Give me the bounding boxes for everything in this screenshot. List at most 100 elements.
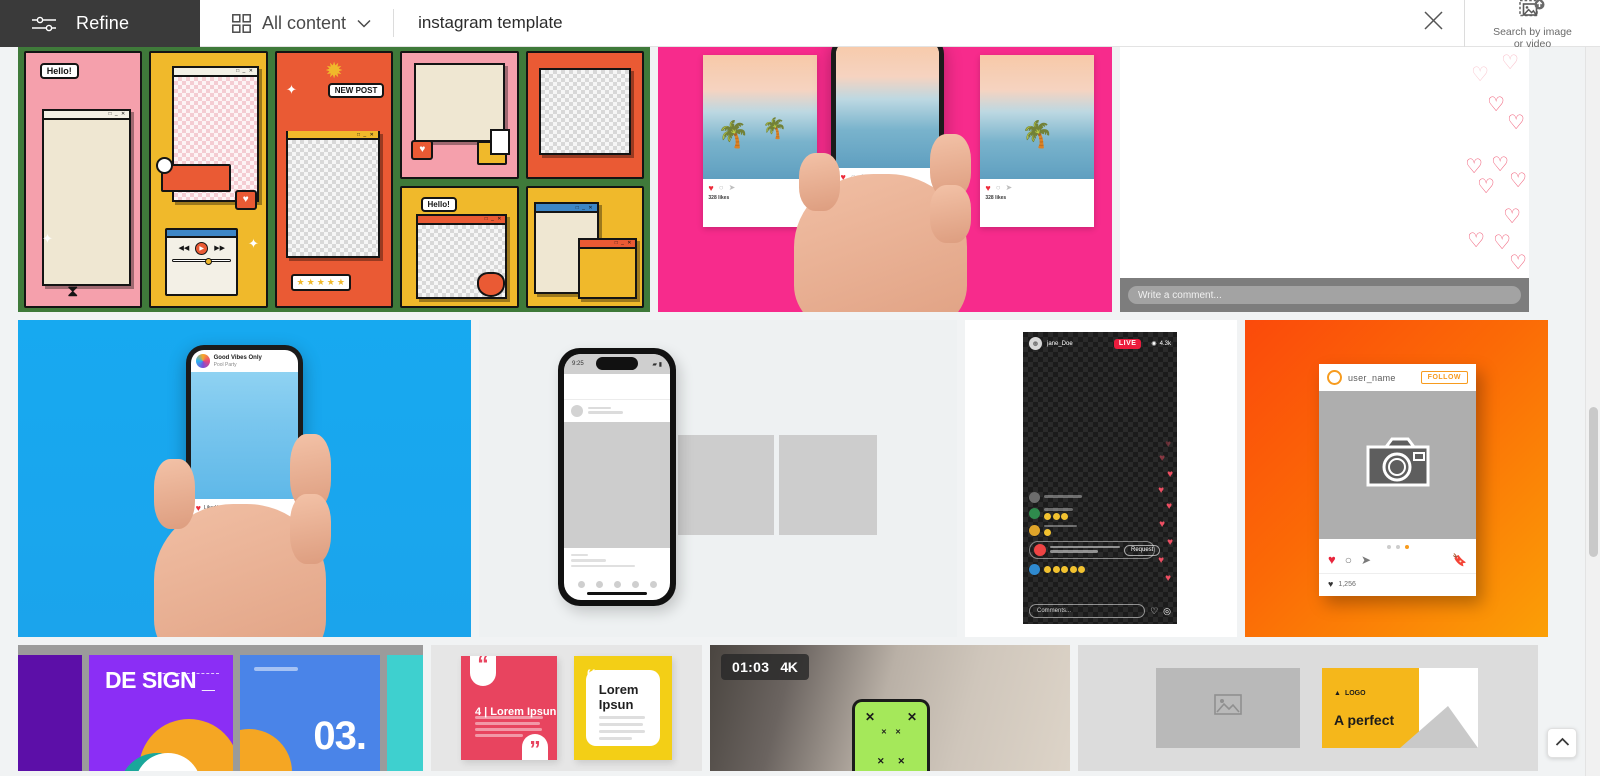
instagram-post-card: user_name FOLLOW ♥ ○ ➤ 🔖 ♥ 1,256 bbox=[1319, 364, 1476, 596]
account-name: Good Vibes Only bbox=[213, 354, 262, 361]
image-placeholder-icon bbox=[1214, 693, 1242, 723]
video-quality: 4K bbox=[780, 659, 798, 675]
result-tile-pink-phone-posts[interactable]: 🌴🌴 ♥○➤ 328 likes 🌴 ♥○➤ 328 likes ♥○➤ bbox=[658, 47, 1112, 312]
sparkle-icon: ✦ bbox=[42, 231, 53, 247]
floating-hearts: ♡ ♡ ♡ ♡ ♡ ♡ ♡ ♡ ♡ ♡ ♡ ♡ bbox=[1120, 47, 1529, 312]
result-tile-retro-collage[interactable]: □ _ ✕ Hello! ✦ ⧗ □ _ ✕ ♥ ◀◀ ▶ ▶▶ ✦ ✦ ✹ N… bbox=[18, 47, 650, 312]
slide-1 bbox=[18, 655, 82, 771]
camera-icon bbox=[1366, 437, 1430, 494]
live-request-row[interactable]: Request bbox=[1029, 541, 1161, 559]
tab-bar bbox=[564, 576, 670, 592]
middle-finger bbox=[289, 494, 331, 565]
live-footer: Comments... ♡ ◎ bbox=[1029, 604, 1171, 618]
heart-icon: ♥ bbox=[1167, 537, 1173, 548]
result-tile-quote-cards[interactable]: “ 4 | Lorem Ipsun ” “ Lorem Ipsun bbox=[431, 645, 702, 771]
slide-3: 03. bbox=[240, 655, 380, 771]
quote-inner-card: Lorem Ipsun bbox=[585, 669, 661, 747]
phone-wireframe: 9:25 ▰ ▮ bbox=[558, 348, 676, 606]
heart-outline-icon: ♡ bbox=[1487, 94, 1505, 116]
result-tile-instagram-live[interactable]: ☻ jane_Doe LIVE ◉ 4.3k Request ♥ ♥ ♥ ♥ ♥… bbox=[965, 320, 1237, 637]
refine-button[interactable]: Refine bbox=[0, 0, 200, 47]
comment-bar: Write a comment... bbox=[1120, 278, 1529, 312]
send-icon[interactable]: ➤ bbox=[1361, 553, 1371, 567]
chevron-up-icon bbox=[1555, 734, 1570, 752]
result-tile-design-slides[interactable]: DE SIGN _ 03. bbox=[18, 645, 423, 771]
post-actions: ♥ ○ ➤ 🔖 bbox=[1319, 552, 1476, 574]
video-duration: 01:03 bbox=[732, 659, 770, 675]
quote-mark-icon: “ bbox=[586, 666, 597, 689]
quote-card-pink: “ 4 | Lorem Ipsun ” bbox=[461, 656, 557, 760]
result-tile-blue-phone-post[interactable]: Good Vibes Only Pool Party ♥ Liked by 87… bbox=[18, 320, 471, 637]
hello-bubble: Hello! bbox=[420, 197, 457, 213]
heart-outline-icon: ♡ bbox=[1503, 206, 1521, 228]
top-search-bar: Refine All content instagram template Se… bbox=[0, 0, 1600, 50]
heart-outline-icon: ♡ bbox=[1493, 232, 1511, 254]
results-row-2: Good Vibes Only Pool Party ♥ Liked by 87… bbox=[0, 320, 1600, 637]
comment-input[interactable]: Write a comment... bbox=[1128, 286, 1521, 304]
document-icon bbox=[489, 128, 510, 155]
back-to-top-button[interactable] bbox=[1547, 728, 1577, 758]
live-badge: LIVE bbox=[1113, 338, 1142, 349]
live-comments-list: Request bbox=[1029, 492, 1161, 580]
video-meta-badge: 01:03 4K bbox=[721, 654, 809, 680]
phone-notch bbox=[596, 357, 638, 370]
heart-icon: ♥ bbox=[1159, 519, 1165, 530]
follow-button[interactable]: FOLLOW bbox=[1420, 371, 1468, 384]
heart-icon: ♥ bbox=[1158, 485, 1164, 496]
vertical-scrollbar[interactable] bbox=[1585, 47, 1600, 776]
scrollbar-thumb[interactable] bbox=[1589, 407, 1598, 557]
heart-icon: ♥ bbox=[1165, 439, 1171, 450]
list-item bbox=[1029, 508, 1155, 520]
sparkle-icon: ✦ bbox=[285, 82, 297, 98]
search-results-grid[interactable]: □ _ ✕ Hello! ✦ ⧗ □ _ ✕ ♥ ◀◀ ▶ ▶▶ ✦ ✦ ✹ N… bbox=[0, 47, 1600, 776]
result-tile-greenscreen-video[interactable]: 01:03 4K ✕ ✕ ✕ ✕ ✕ ✕ bbox=[710, 645, 1070, 771]
clear-search-button[interactable] bbox=[1410, 0, 1456, 46]
result-tile-hearts-comment[interactable]: ♡ ♡ ♡ ♡ ♡ ♡ ♡ ♡ ♡ ♡ ♡ ♡ Write a comment.… bbox=[1120, 47, 1529, 312]
live-comment-input[interactable]: Comments... bbox=[1029, 604, 1146, 618]
likes-row: ♥ 1,256 bbox=[1319, 574, 1476, 596]
hello-bubble: Hello! bbox=[39, 63, 79, 80]
comment-icon[interactable]: ○ bbox=[1345, 553, 1352, 567]
post-card-left: 🌴 🌴 ♥ ○ ➤ 328 likes bbox=[703, 54, 817, 228]
heart-outline-icon: ♡ bbox=[1501, 52, 1519, 74]
heart-icon[interactable]: ♡ bbox=[1150, 606, 1158, 617]
search-by-image-label-1: Search by image bbox=[1493, 25, 1572, 38]
heart-icon: ♥ bbox=[411, 139, 434, 160]
heart-icon[interactable]: ♥ bbox=[1328, 552, 1336, 567]
likes-count: 328 likes bbox=[985, 194, 1007, 201]
heart-outline-icon: ♡ bbox=[1477, 176, 1495, 198]
results-row-3: DE SIGN _ 03. “ 4 | Lorem Ipsun ” “ Lore… bbox=[0, 645, 1600, 771]
sliders-icon bbox=[30, 14, 58, 34]
viewer-count: ◉ 4.3k bbox=[1151, 340, 1171, 348]
avatar: ☻ bbox=[1029, 337, 1042, 350]
search-by-image-label-2: or video bbox=[1513, 38, 1552, 50]
slide-number: 03. bbox=[313, 714, 367, 758]
quote-mark-icon: “ bbox=[470, 656, 496, 686]
send-icon[interactable]: ◎ bbox=[1163, 606, 1171, 617]
heart-outline-icon: ♡ bbox=[1467, 230, 1485, 252]
result-tile-orange-polaroid[interactable]: user_name FOLLOW ♥ ○ ➤ 🔖 ♥ 1,256 bbox=[1245, 320, 1548, 637]
heart-icon: ♥ bbox=[1158, 555, 1164, 566]
content-type-filter[interactable]: All content bbox=[210, 0, 393, 46]
avatar bbox=[571, 405, 583, 417]
search-input[interactable] bbox=[418, 13, 1410, 33]
search-by-image-button[interactable]: Search by image or video bbox=[1464, 0, 1600, 50]
chevron-down-icon bbox=[357, 19, 371, 28]
comment-placeholder-text: Write a comment... bbox=[1138, 289, 1222, 301]
avatar bbox=[195, 354, 210, 369]
result-tile-wireframe-carousel[interactable]: 9:25 ▰ ▮ bbox=[479, 320, 957, 637]
star-rating: ★ ★ ★ ★ ★ bbox=[290, 273, 351, 291]
card-title: A perfect bbox=[1334, 712, 1395, 728]
bookmark-icon[interactable]: 🔖 bbox=[1452, 553, 1467, 567]
result-tile-brand-kit[interactable]: ▲ LOGO A perfect bbox=[1078, 645, 1538, 771]
carousel-panel-3 bbox=[779, 435, 877, 535]
image-placeholder bbox=[1156, 668, 1300, 748]
hourglass-icon: ⧗ bbox=[67, 282, 79, 300]
list-item bbox=[1029, 524, 1155, 536]
logo-lockup: ▲ LOGO bbox=[1334, 690, 1366, 697]
thumb bbox=[798, 153, 840, 212]
account-subtitle: Pool Party bbox=[213, 361, 237, 368]
heart-outline-icon: ♡ bbox=[1509, 252, 1527, 274]
avatar bbox=[1327, 370, 1342, 385]
post-image-placeholder bbox=[564, 422, 670, 548]
